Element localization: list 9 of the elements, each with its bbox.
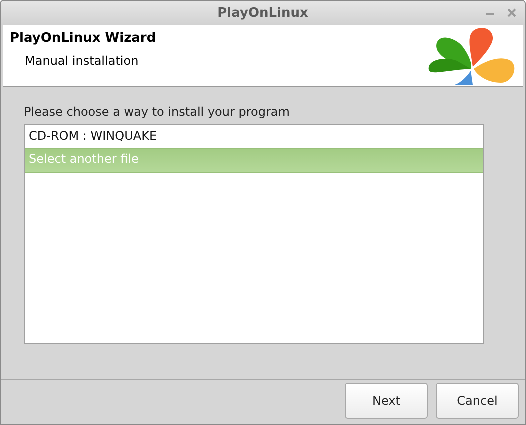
cancel-button[interactable]: Cancel [436,383,519,419]
instruction-text: Please choose a way to install your program [24,105,291,119]
close-icon[interactable] [507,8,517,18]
wizard-subtitle: Manual installation [24,53,140,68]
next-button[interactable]: Next [345,383,428,419]
window-title: PlayOnLinux [218,6,308,20]
list-item[interactable]: CD-ROM : WINQUAKE [25,125,483,148]
wizard-title: PlayOnLinux Wizard [10,31,156,46]
clover-logo-icon [427,27,517,85]
